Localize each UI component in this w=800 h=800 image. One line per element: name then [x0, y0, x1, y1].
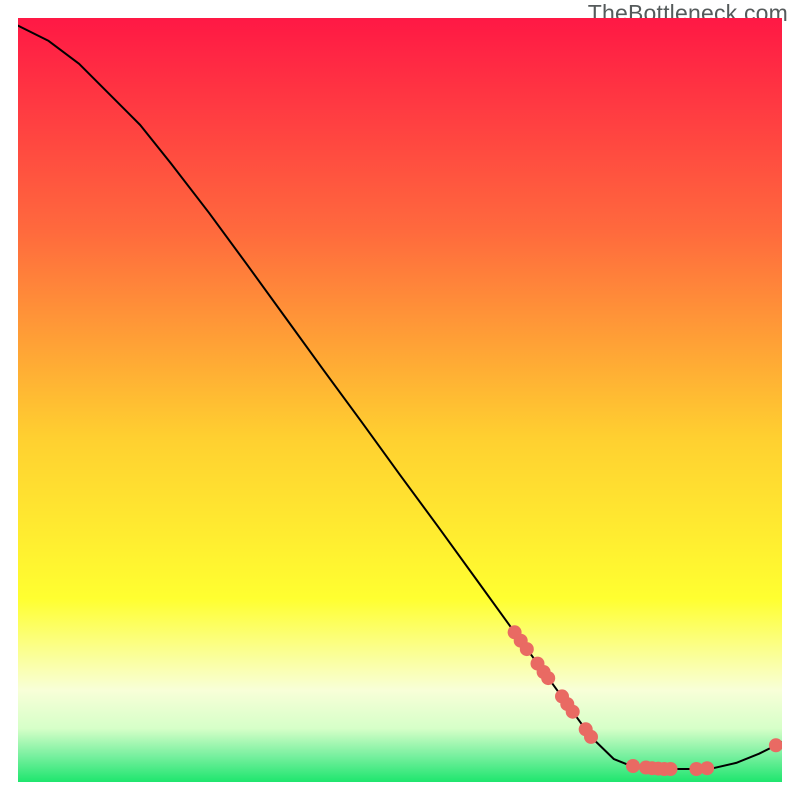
data-point	[541, 671, 555, 685]
data-point	[700, 761, 714, 775]
chart-stage: TheBottleneck.com	[0, 0, 800, 800]
data-point	[664, 762, 678, 776]
data-point	[566, 705, 580, 719]
data-point	[520, 642, 534, 656]
gradient-background	[18, 18, 782, 782]
plot-area	[18, 18, 782, 782]
data-point	[626, 759, 640, 773]
data-point	[584, 730, 598, 744]
chart-svg	[18, 18, 782, 782]
